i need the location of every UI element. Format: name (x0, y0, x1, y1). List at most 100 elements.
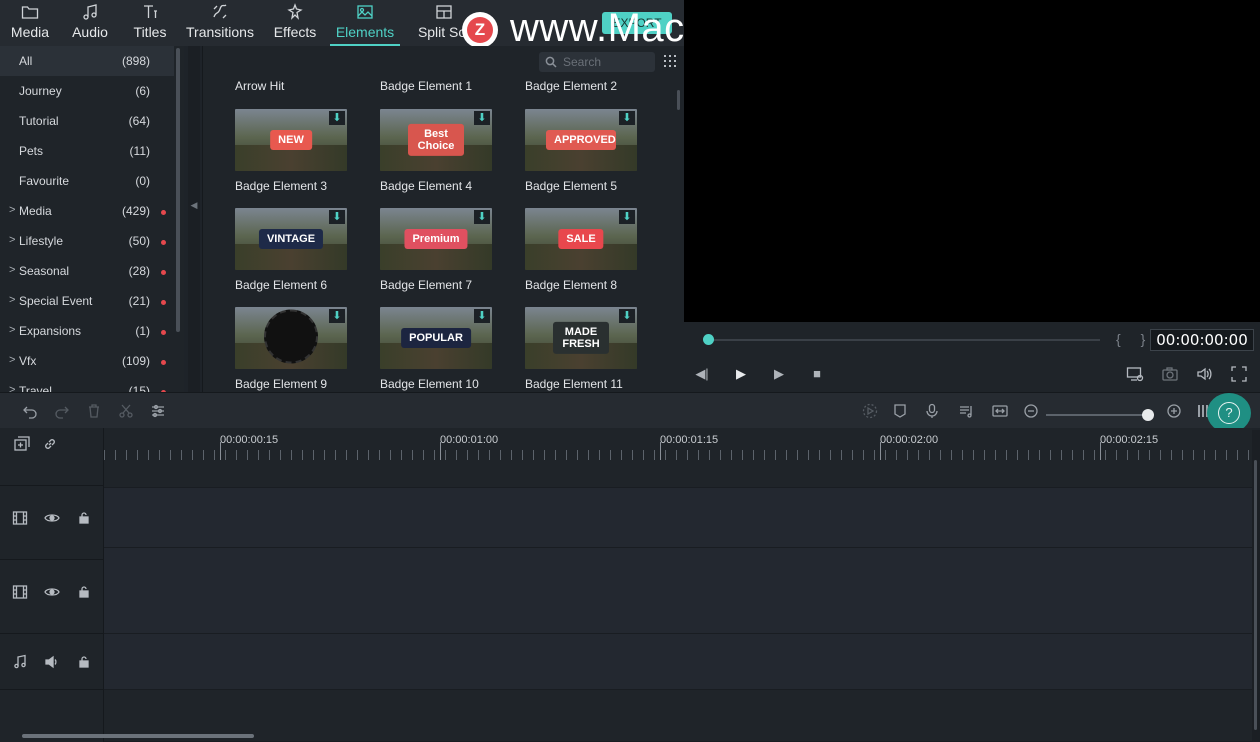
render-settings-icon[interactable] (1126, 365, 1146, 385)
element-item[interactable]: MADE FRESH ⬇ Badge Element 11 (525, 307, 665, 391)
element-item[interactable]: ⬇ Badge Element 9 (235, 307, 375, 391)
snapshot-camera-icon[interactable] (1161, 365, 1181, 385)
element-thumbnail[interactable]: Premium ⬇ (380, 208, 492, 270)
zoom-slider-handle[interactable] (1142, 409, 1154, 421)
zoom-in-icon[interactable] (1166, 403, 1182, 419)
category-seasonal[interactable]: > Seasonal (28) (0, 256, 174, 286)
element-thumbnail[interactable]: ⬇ (235, 307, 347, 369)
category-journey[interactable]: Journey (6) (0, 76, 174, 106)
element-thumbnail[interactable]: Best Choice ⬇ (380, 109, 492, 171)
eye-icon[interactable] (44, 584, 60, 600)
fit-timeline-icon[interactable] (992, 403, 1008, 419)
category-all[interactable]: All (898) (0, 46, 174, 76)
grid-scrollbar[interactable] (677, 90, 680, 110)
element-thumbnail[interactable]: NEW ⬇ (235, 109, 347, 171)
zoom-out-icon[interactable] (1023, 403, 1039, 419)
marker-icon[interactable] (892, 403, 908, 419)
link-icon[interactable] (42, 436, 58, 452)
redo-icon[interactable] (54, 403, 70, 419)
grid-view-icon[interactable] (664, 55, 678, 69)
element-item[interactable]: Best Choice ⬇ Badge Element 4 (380, 109, 520, 193)
tab-elements[interactable]: Elements (330, 0, 400, 46)
video-track-2[interactable] (104, 488, 1252, 548)
delete-icon[interactable] (86, 403, 102, 419)
lock-icon[interactable] (76, 584, 92, 600)
timeline-horizontal-scrollbar[interactable] (22, 734, 254, 738)
chevron-right-icon[interactable]: > (9, 324, 15, 336)
zoom-slider-track[interactable] (1046, 414, 1154, 416)
lock-icon[interactable] (76, 654, 92, 670)
element-label[interactable]: Badge Element 2 (525, 79, 617, 93)
category-expansions[interactable]: > Expansions (1) (0, 316, 174, 346)
element-label[interactable]: Badge Element 1 (380, 79, 472, 93)
help-button[interactable]: ? (1207, 393, 1251, 433)
stop-button[interactable]: ■ (809, 366, 825, 382)
category-pets[interactable]: Pets (11) (0, 136, 174, 166)
element-thumbnail[interactable]: POPULAR ⬇ (380, 307, 492, 369)
element-item[interactable]: Premium ⬇ Badge Element 7 (380, 208, 520, 292)
preview-scrubber-track[interactable] (708, 339, 1100, 341)
category-travel[interactable]: > Travel (15) (0, 376, 174, 392)
category-special-event[interactable]: > Special Event (21) (0, 286, 174, 316)
category-media[interactable]: > Media (429) (0, 196, 174, 226)
render-preview-icon[interactable] (862, 403, 878, 419)
next-frame-button[interactable]: ▶ (771, 366, 787, 382)
cut-icon[interactable] (118, 403, 134, 419)
speaker-icon[interactable] (44, 654, 60, 670)
adjust-icon[interactable] (150, 403, 166, 419)
download-icon[interactable]: ⬇ (329, 111, 345, 125)
element-thumbnail[interactable]: MADE FRESH ⬇ (525, 307, 637, 369)
chevron-right-icon[interactable]: > (9, 264, 15, 276)
chevron-right-icon[interactable]: > (9, 354, 15, 366)
audio-mixer-icon[interactable] (958, 403, 974, 419)
element-thumbnail[interactable]: APPROVED ⬇ (525, 109, 637, 171)
chevron-right-icon[interactable]: > (9, 204, 15, 216)
download-icon[interactable]: ⬇ (619, 111, 635, 125)
element-label[interactable]: Arrow Hit (235, 79, 284, 93)
download-icon[interactable]: ⬇ (329, 309, 345, 323)
tab-audio[interactable]: Audio (68, 0, 112, 46)
download-icon[interactable]: ⬇ (619, 210, 635, 224)
category-vfx[interactable]: > Vfx (109) (0, 346, 174, 376)
download-icon[interactable]: ⬇ (474, 309, 490, 323)
download-icon[interactable]: ⬇ (474, 210, 490, 224)
mark-in-out-brackets[interactable]: { } (1116, 331, 1153, 347)
element-item[interactable]: NEW ⬇ Badge Element 3 (235, 109, 375, 193)
play-button[interactable]: ▶ (733, 366, 749, 382)
sidebar-scrollbar[interactable] (176, 48, 180, 332)
eye-icon[interactable] (44, 510, 60, 526)
download-icon[interactable]: ⬇ (329, 210, 345, 224)
lock-icon[interactable] (76, 510, 92, 526)
element-item[interactable]: APPROVED ⬇ Badge Element 5 (525, 109, 665, 193)
tab-transitions[interactable]: Transitions (182, 0, 258, 46)
video-track-1[interactable] (104, 548, 1252, 634)
element-item[interactable]: VINTAGE ⬇ Badge Element 6 (235, 208, 375, 292)
timeline-vertical-scrollbar[interactable] (1252, 430, 1260, 742)
chevron-right-icon[interactable]: > (9, 294, 15, 306)
search-input[interactable]: Search (539, 52, 655, 72)
timeline-ruler[interactable]: 00:00:00:15 00:00:01:00 00:00:01:15 00:00:0… (104, 428, 1252, 460)
volume-icon[interactable] (1195, 365, 1215, 385)
download-icon[interactable]: ⬇ (619, 309, 635, 323)
sidebar-collapse-handle[interactable]: ◀ (188, 46, 200, 392)
tab-titles[interactable]: Titles (128, 0, 172, 46)
category-lifestyle[interactable]: > Lifestyle (50) (0, 226, 174, 256)
add-track-icon[interactable] (14, 436, 30, 452)
preview-scrubber-handle[interactable] (703, 334, 714, 345)
element-item[interactable]: POPULAR ⬇ Badge Element 10 (380, 307, 520, 391)
fullscreen-icon[interactable] (1230, 365, 1250, 385)
prev-frame-button[interactable]: ◀| (694, 366, 710, 382)
microphone-icon[interactable] (924, 403, 940, 419)
chevron-right-icon[interactable]: > (9, 234, 15, 246)
undo-icon[interactable] (22, 403, 38, 419)
element-thumbnail[interactable]: VINTAGE ⬇ (235, 208, 347, 270)
category-tutorial[interactable]: Tutorial (64) (0, 106, 174, 136)
tab-media[interactable]: Media (6, 0, 54, 46)
element-thumbnail[interactable]: SALE ⬇ (525, 208, 637, 270)
download-icon[interactable]: ⬇ (474, 111, 490, 125)
element-item[interactable]: SALE ⬇ Badge Element 8 (525, 208, 665, 292)
category-favourite[interactable]: Favourite (0) (0, 166, 174, 196)
tab-effects[interactable]: Effects (268, 0, 322, 46)
chevron-right-icon[interactable]: > (9, 384, 15, 392)
audio-track[interactable] (104, 634, 1252, 690)
